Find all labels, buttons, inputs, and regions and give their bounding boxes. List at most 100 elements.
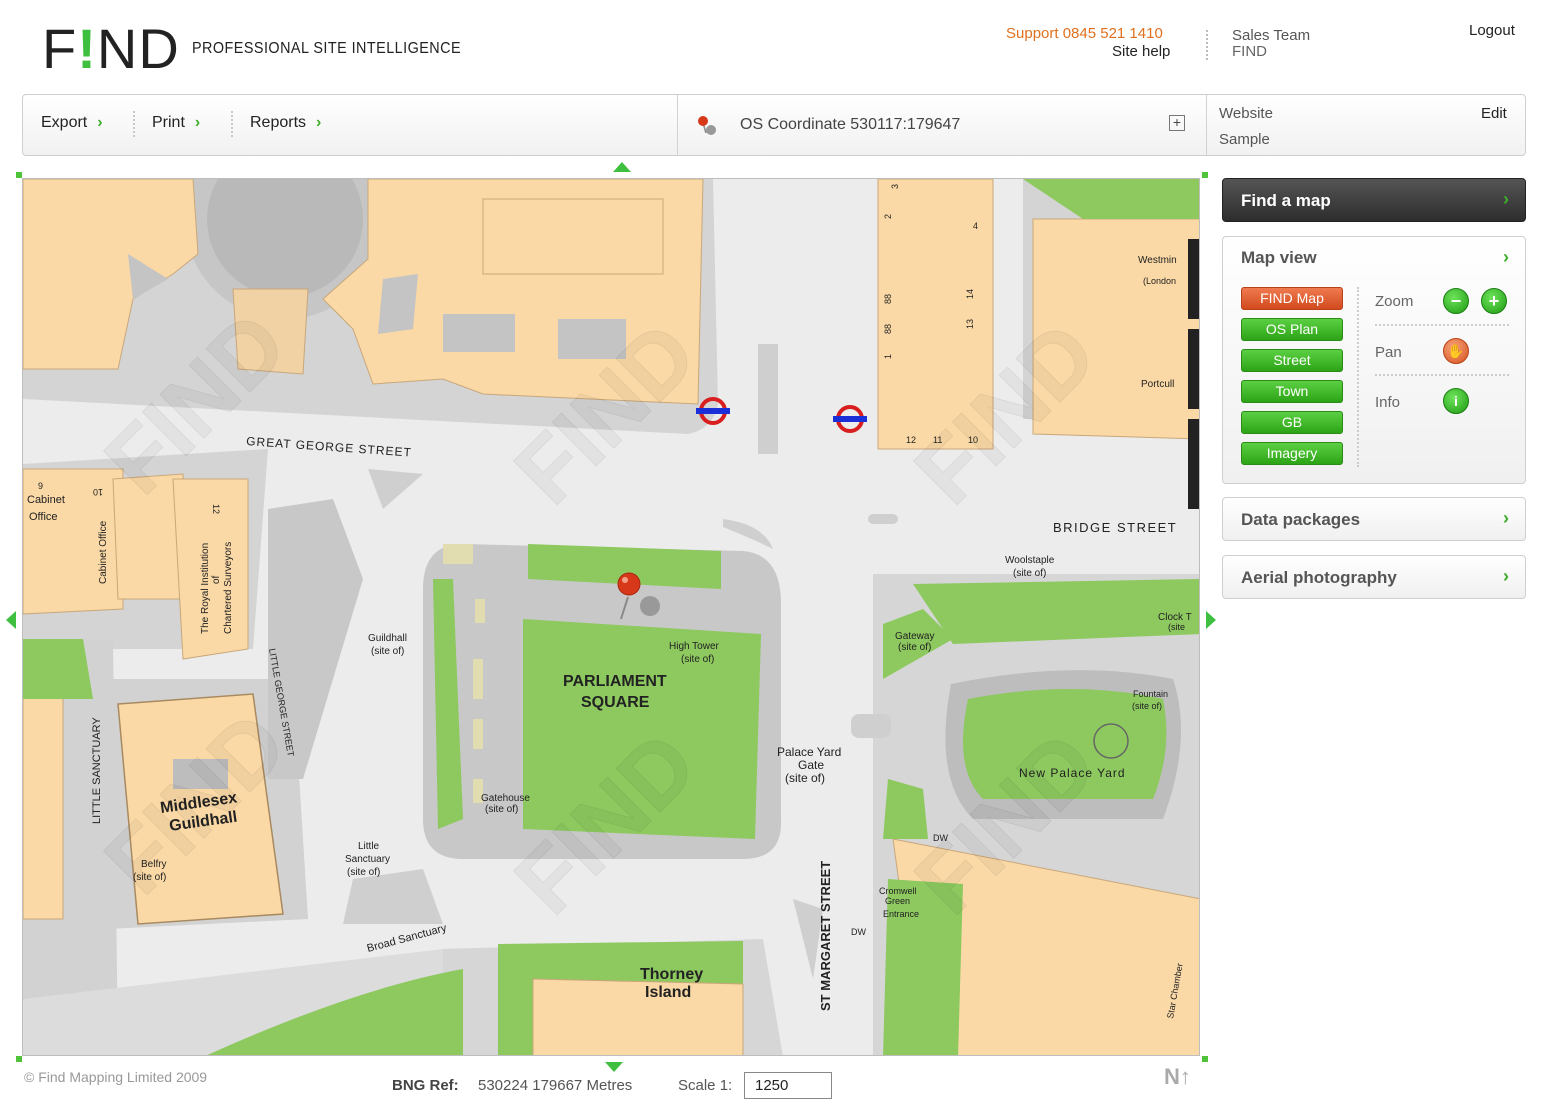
map-label-site-of: (site of) <box>485 804 518 815</box>
find-map-button[interactable]: FIND Map <box>1241 287 1343 310</box>
copyright-text: © Find Mapping Limited 2009 <box>24 1069 208 1085</box>
find-logo[interactable]: F!ND <box>42 17 180 80</box>
street-button[interactable]: Street <box>1241 349 1343 372</box>
location-pin-icon <box>698 116 716 135</box>
map-label-portcullis: Portcull <box>1141 379 1174 390</box>
bng-ref-label: BNG Ref: <box>392 1077 459 1094</box>
map-label-gatehouse: Gatehouse <box>481 793 530 804</box>
edit-link[interactable]: Edit <box>1481 105 1507 122</box>
bng-ref-value: 530224 179667 Metres <box>478 1077 633 1094</box>
imagery-button[interactable]: Imagery <box>1241 442 1343 465</box>
map-label-number: 9 <box>38 481 43 491</box>
map-label-dw: DW <box>851 927 866 937</box>
map-label-gate: Gate <box>798 758 824 772</box>
map-traffic-island <box>868 514 898 524</box>
logout-link[interactable]: Logout <box>1469 22 1515 39</box>
map-building <box>532 978 744 1055</box>
chevron-right-icon: › <box>1503 189 1509 209</box>
map-corner-marker <box>16 1056 22 1062</box>
pan-east-arrow[interactable] <box>1206 611 1216 629</box>
zoom-label: Zoom <box>1375 293 1414 310</box>
expand-icon[interactable]: + <box>1169 115 1185 131</box>
map-traffic-island <box>851 714 891 738</box>
scale-label: Scale 1: <box>678 1077 733 1094</box>
map-label-cabinet-office: Cabinet Office <box>98 520 109 584</box>
map-label-woolstaple: Woolstaple <box>1005 555 1055 566</box>
map-label-sanctuary: Sanctuary <box>345 854 390 865</box>
map-toolbar: Export › Print › Reports › OS Coordinate 53… <box>22 94 1526 156</box>
pan-hand-icon[interactable]: ✋ <box>1443 338 1469 364</box>
map-courtyard <box>443 314 515 352</box>
aerial-photography-title: Aerial photography <box>1241 568 1397 587</box>
sales-team-company: FIND <box>1232 43 1267 60</box>
os-plan-button[interactable]: OS Plan <box>1241 318 1343 341</box>
map-label-parliament: PARLIAMENT <box>563 673 667 690</box>
data-packages-title: Data packages <box>1241 510 1361 529</box>
gb-button[interactable]: GB <box>1241 411 1343 434</box>
pan-label: Pan <box>1375 344 1402 361</box>
map-label-site-of: (site of) <box>681 654 714 665</box>
map-canvas[interactable]: GREAT GEORGE STREET BRIDGE STREET PARLIA… <box>22 178 1200 1056</box>
map-label-number: 3 <box>890 184 900 189</box>
find-a-map-panel[interactable]: Find a map › <box>1222 178 1526 222</box>
map-building <box>482 198 664 275</box>
map-grass <box>913 579 1199 644</box>
chevron-right-icon: › <box>316 114 322 131</box>
map-label-number: 2 <box>883 214 893 219</box>
map-label-site-of: (site of) <box>347 867 380 878</box>
aerial-photography-panel[interactable]: Aerial photography › <box>1222 555 1526 599</box>
map-label-cromwell: Cromwell <box>879 886 917 896</box>
scale-input[interactable] <box>744 1072 832 1099</box>
map-label-gateway: Gateway <box>895 631 934 642</box>
map-label-number: 88 <box>883 294 893 304</box>
map-label-site-of: (site of) <box>785 771 825 785</box>
map-statue-plinth <box>443 544 473 564</box>
map-label-site-short: (site <box>1168 622 1185 632</box>
map-corner-marker <box>1202 1056 1208 1062</box>
map-label-chartered-surveyors: Chartered Surveyors <box>223 542 234 634</box>
map-edge-marker <box>1188 419 1199 509</box>
zoom-out-icon[interactable]: − <box>1443 288 1469 314</box>
map-view-title: Map view <box>1241 248 1317 267</box>
map-label-site-of: (site of) <box>371 646 404 657</box>
map-label-entrance: Entrance <box>883 909 919 919</box>
map-label-office: Office <box>29 511 58 523</box>
map-label-site-of: (site of) <box>1132 701 1162 711</box>
map-label-fountain: Fountain <box>1133 689 1168 699</box>
map-label-high-tower: High Tower <box>669 641 720 652</box>
site-help-link[interactable]: Site help <box>1112 43 1170 60</box>
pan-north-arrow[interactable] <box>613 162 631 172</box>
map-label-number: 14 <box>965 289 975 299</box>
map-label-little: Little <box>358 841 380 852</box>
map-label-number: 10 <box>93 487 103 497</box>
export-menu[interactable]: Export › <box>41 114 103 132</box>
find-a-map-title: Find a map <box>1241 191 1331 210</box>
map-label-number: 4 <box>973 221 978 231</box>
support-phone: Support 0845 521 1410 <box>1006 25 1163 42</box>
town-button[interactable]: Town <box>1241 380 1343 403</box>
toolbar-divider <box>1206 95 1207 155</box>
data-packages-panel[interactable]: Data packages › <box>1222 497 1526 541</box>
pan-west-arrow[interactable] <box>6 611 16 629</box>
website-label: Website <box>1219 105 1273 122</box>
chevron-right-icon: › <box>1503 566 1509 586</box>
pan-south-arrow[interactable] <box>605 1062 623 1072</box>
info-icon[interactable]: i <box>1443 388 1469 414</box>
map-traffic-island <box>758 344 778 454</box>
print-menu[interactable]: Print › <box>152 114 200 132</box>
zoom-in-icon[interactable]: + <box>1481 288 1507 314</box>
map-label-of: of <box>211 575 222 584</box>
map-label-site-of: (site of) <box>1013 568 1046 579</box>
map-view-divider <box>1375 374 1509 376</box>
map-label-guildhall-small: Guildhall <box>368 633 407 644</box>
map-label-cabinet: Cabinet <box>27 494 65 506</box>
reports-menu[interactable]: Reports › <box>250 114 321 132</box>
map-label-westminster: Westmin <box>1138 255 1177 266</box>
map-label-palace-yard: Palace Yard <box>777 745 841 759</box>
map-view-panel: Map view › FIND Map OS Plan Street Town … <box>1222 236 1526 484</box>
chevron-right-icon[interactable]: › <box>1503 247 1509 268</box>
map-label-number: 88 <box>883 324 893 334</box>
logo-text: F!ND <box>42 17 180 80</box>
map-grass <box>23 639 93 699</box>
map-label-bridge-street: BRIDGE STREET <box>1053 520 1177 535</box>
